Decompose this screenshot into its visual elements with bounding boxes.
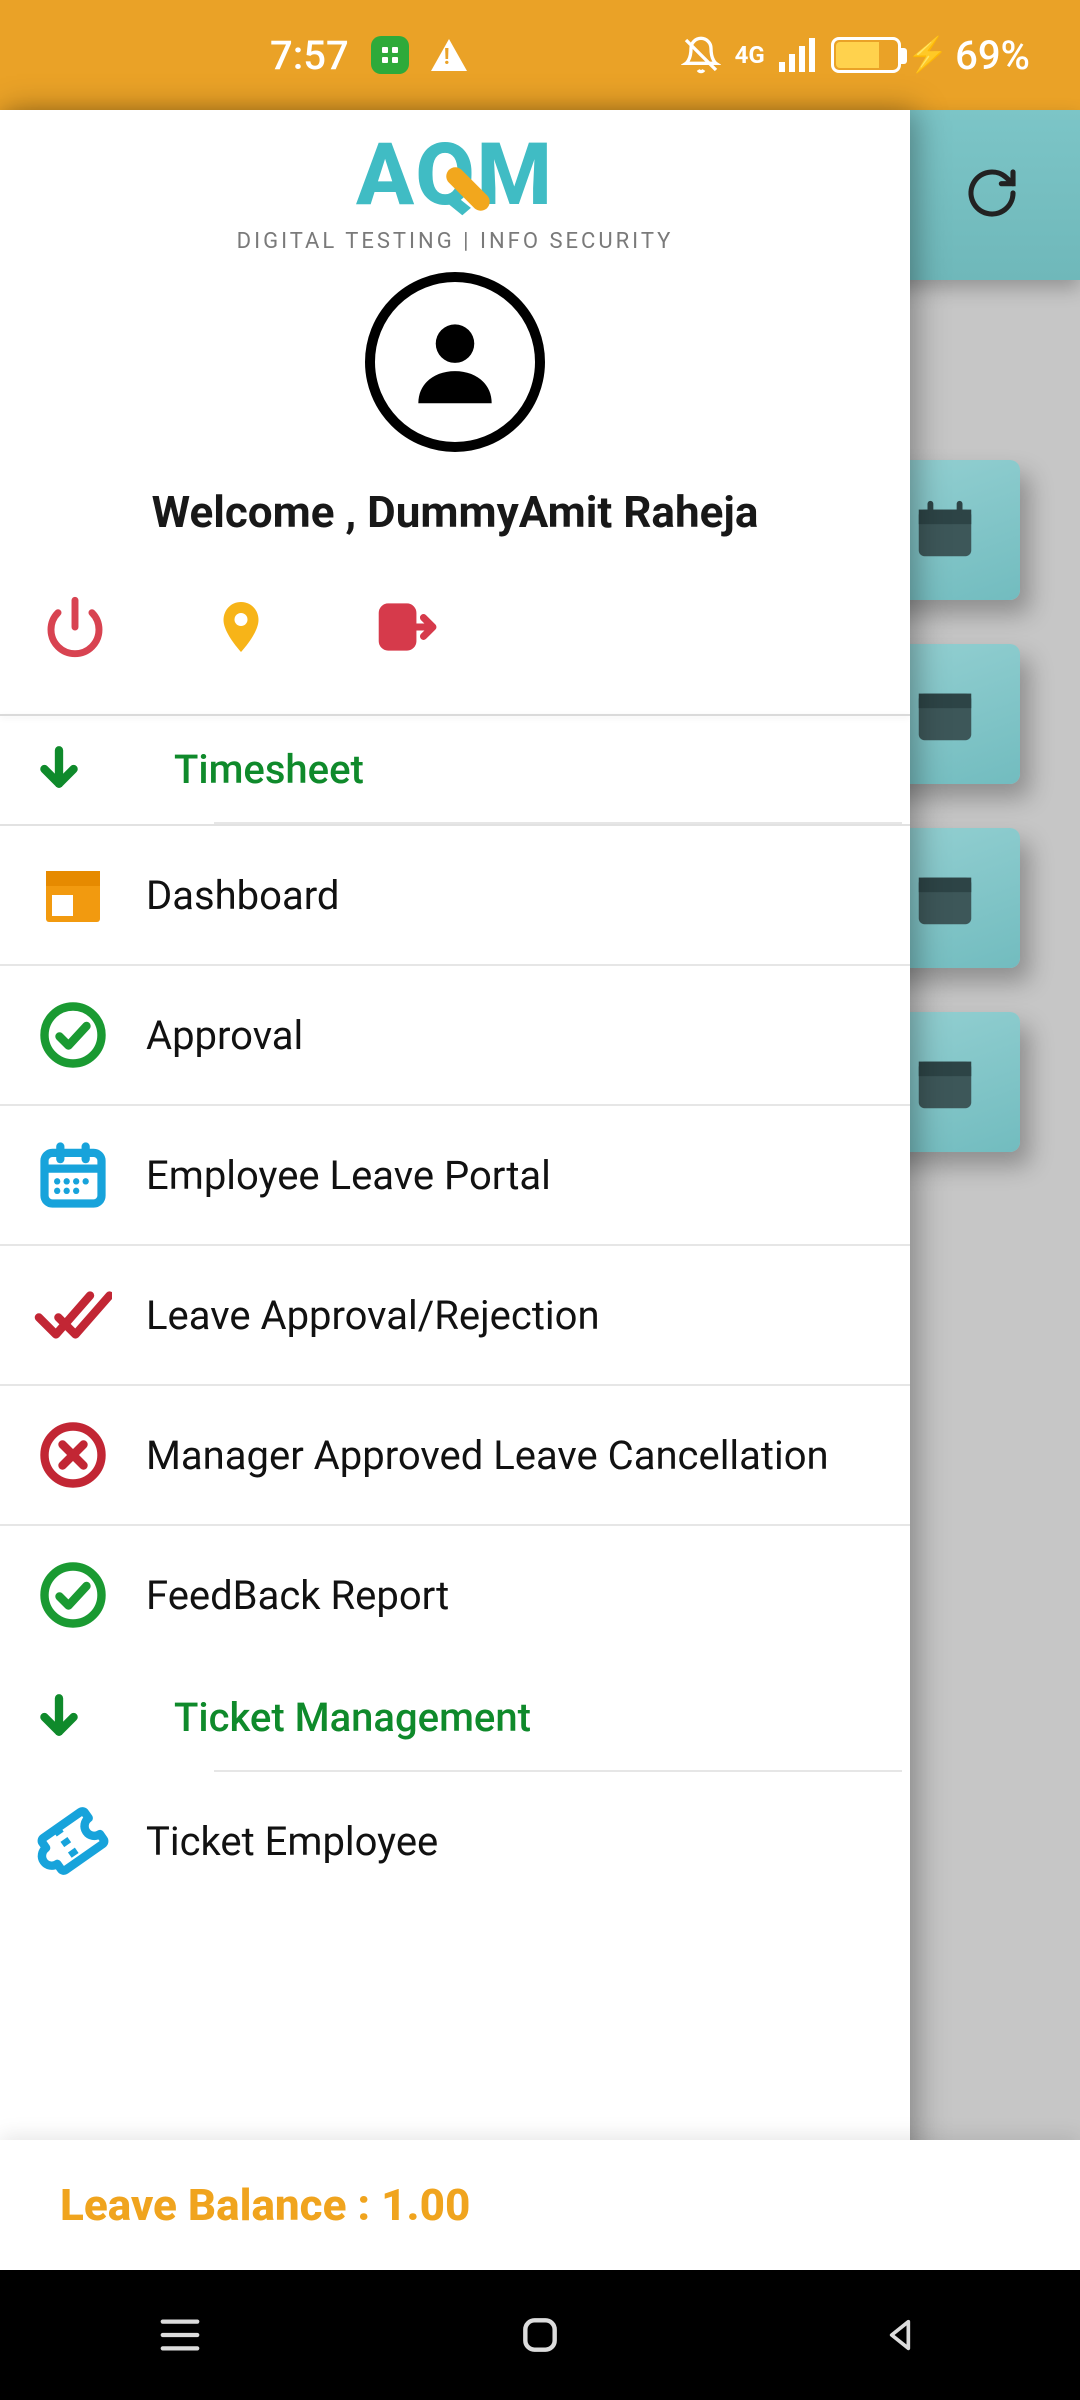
nav-home-button[interactable] — [480, 2300, 600, 2370]
check-circle-icon — [34, 996, 112, 1074]
double-check-icon — [34, 1276, 112, 1354]
charging-icon: ⚡ — [907, 35, 949, 75]
drawer-header: AQM DIGITAL TESTING | INFO SECURITY Welc… — [0, 110, 910, 714]
section-title: Timesheet — [174, 746, 364, 793]
signal-icon — [779, 38, 817, 72]
battery-icon: ⚡ 69% — [831, 32, 1030, 79]
status-time: 7:57 — [270, 32, 349, 79]
location-button[interactable] — [206, 592, 276, 662]
menu-label: Employee Leave Portal — [146, 1152, 551, 1199]
status-left: 7:57 — [270, 32, 467, 79]
logo-text: AQM — [356, 124, 554, 225]
status-bar: 7:57 4G ⚡ 69% — [0, 0, 1080, 110]
dashboard-icon — [34, 856, 112, 934]
welcome-text: Welcome , DummyAmit Raheja — [132, 486, 779, 538]
nav-recents-button[interactable] — [120, 2300, 240, 2370]
menu-list: Dashboard Approval Employee Leave Portal… — [0, 824, 910, 1664]
chevron-down-icon — [34, 1690, 84, 1744]
menu-label: Leave Approval/Rejection — [146, 1292, 600, 1339]
menu-label: FeedBack Report — [146, 1572, 449, 1619]
menu-item-approval[interactable]: Approval — [0, 966, 910, 1106]
system-navbar — [0, 2270, 1080, 2400]
power-button[interactable] — [40, 592, 110, 662]
network-label: 4G — [735, 41, 765, 69]
check-circle-icon — [34, 1556, 112, 1634]
warning-icon — [431, 39, 467, 71]
menu-label: Approval — [146, 1012, 303, 1059]
section-title: Ticket Management — [174, 1694, 531, 1741]
menu-list-ticket: Ticket Employee — [0, 1772, 910, 1910]
status-right: 4G ⚡ 69% — [681, 32, 1030, 79]
status-app-icon — [371, 36, 409, 74]
menu-item-malc[interactable]: Manager Approved Leave Cancellation — [0, 1386, 910, 1526]
menu-label: Dashboard — [146, 872, 339, 919]
x-circle-icon — [34, 1416, 112, 1494]
chevron-down-icon — [34, 742, 84, 796]
menu-item-feedback[interactable]: FeedBack Report — [0, 1526, 910, 1664]
menu-label: Ticket Employee — [146, 1818, 438, 1865]
section-header-timesheet[interactable]: Timesheet — [0, 716, 910, 822]
section-header-ticket[interactable]: Ticket Management — [0, 1664, 910, 1770]
calendar-icon — [34, 1136, 112, 1214]
action-row — [0, 538, 910, 692]
avatar — [365, 272, 545, 452]
menu-label: Manager Approved Leave Cancellation — [146, 1432, 829, 1479]
sync-icon[interactable] — [964, 165, 1020, 225]
menu-item-dashboard[interactable]: Dashboard — [0, 826, 910, 966]
ticket-icon — [34, 1802, 112, 1880]
mute-icon — [681, 35, 721, 75]
menu-item-lar[interactable]: Leave Approval/Rejection — [0, 1246, 910, 1386]
menu-item-elp[interactable]: Employee Leave Portal — [0, 1106, 910, 1246]
logo: AQM DIGITAL TESTING | INFO SECURITY — [237, 124, 674, 254]
nav-drawer: AQM DIGITAL TESTING | INFO SECURITY Welc… — [0, 110, 910, 2270]
logout-button[interactable] — [372, 592, 442, 662]
leave-balance-bar: Leave Balance : 1.00 — [0, 2140, 1080, 2270]
battery-percent: 69% — [955, 32, 1030, 79]
leave-balance-text: Leave Balance : 1.00 — [60, 2179, 470, 2231]
nav-back-button[interactable] — [840, 2300, 960, 2370]
menu-item-ticket-employee[interactable]: Ticket Employee — [0, 1772, 910, 1910]
logo-subtitle: DIGITAL TESTING | INFO SECURITY — [237, 229, 674, 254]
